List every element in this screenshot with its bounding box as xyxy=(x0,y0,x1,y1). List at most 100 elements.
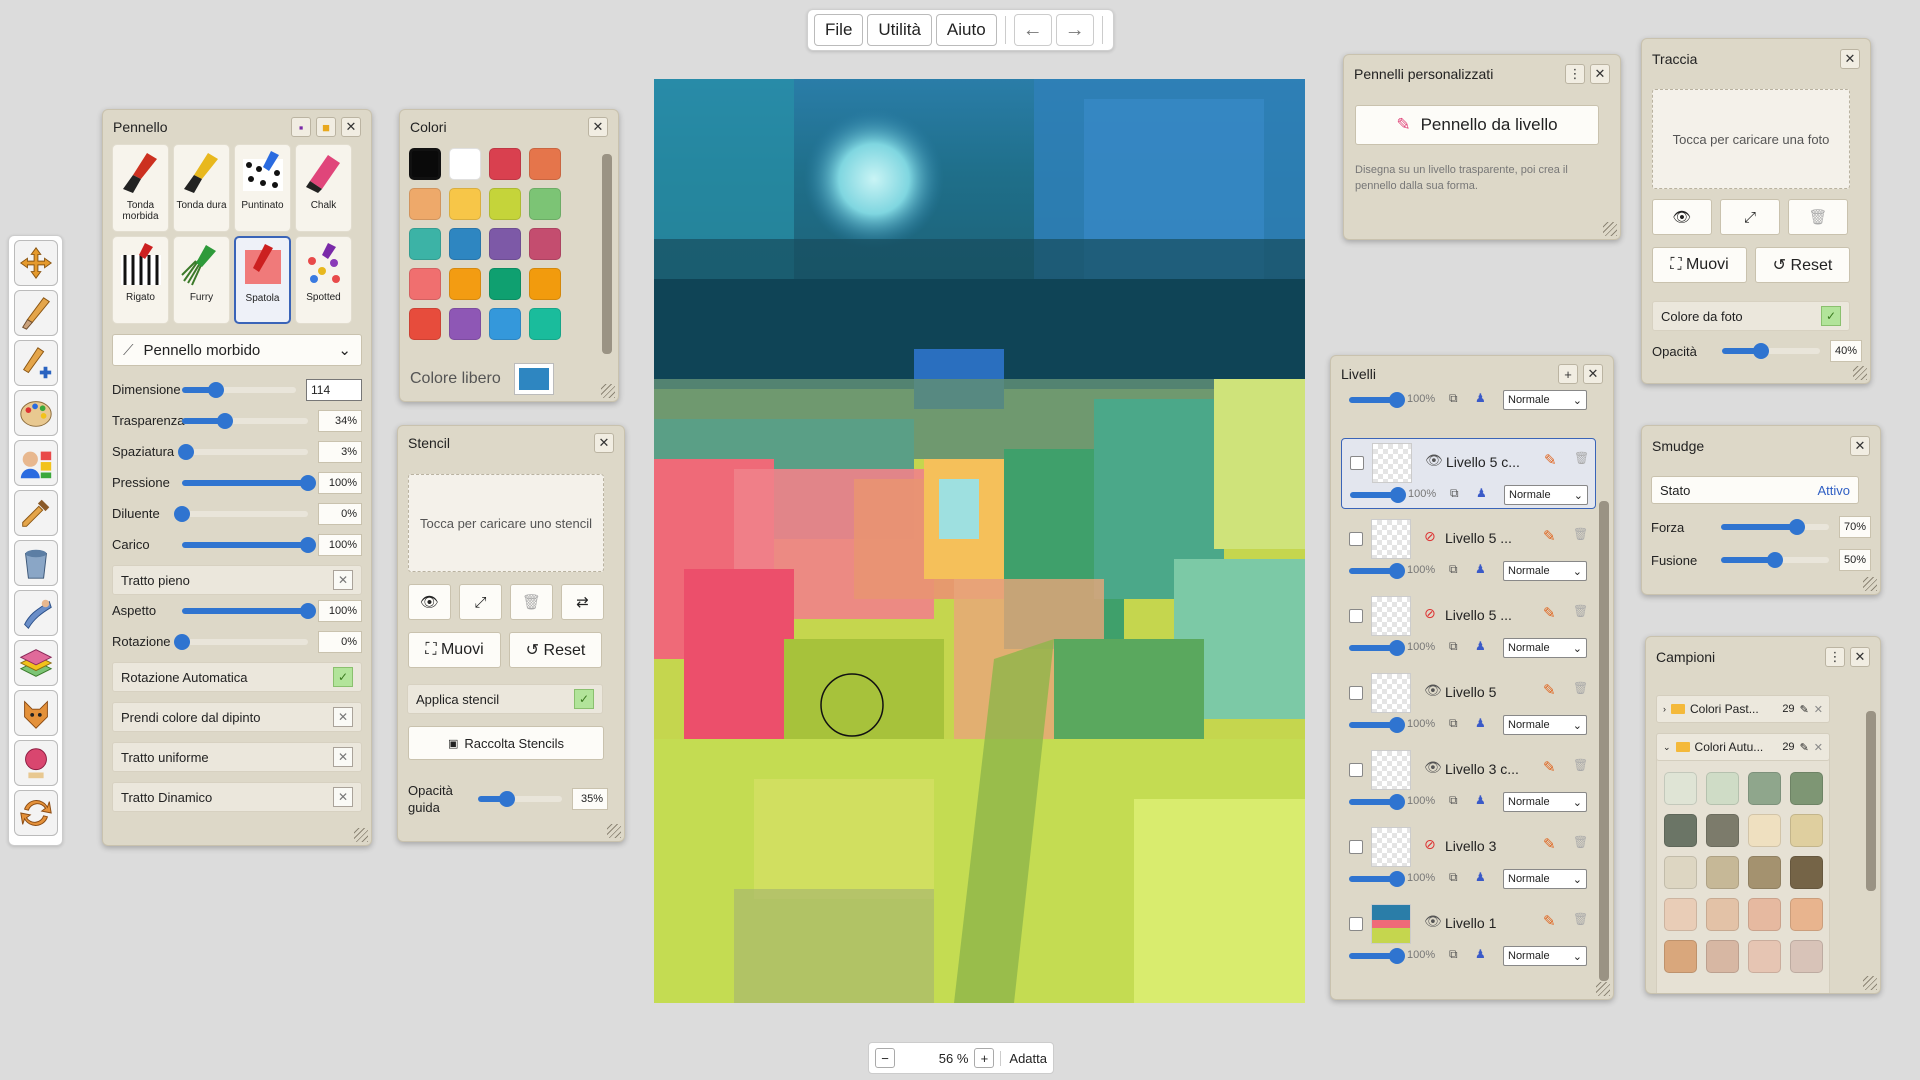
rotazione-automatica-toggle[interactable]: Rotazione Automatica ✓ xyxy=(112,662,362,692)
color-swatch[interactable] xyxy=(489,268,521,300)
sample-swatch[interactable] xyxy=(1748,940,1781,973)
samples-scrollbar[interactable] xyxy=(1866,711,1876,891)
color-swatch[interactable] xyxy=(449,308,481,340)
layer-checkbox[interactable] xyxy=(1350,456,1364,470)
resize-grip[interactable] xyxy=(354,828,368,842)
lock-icon[interactable]: ♟ xyxy=(1475,870,1486,884)
layer-blend-select[interactable]: Normale ⌄ xyxy=(1503,792,1587,812)
layer-blend-select[interactable]: Normale ⌄ xyxy=(1504,485,1588,505)
more-vertical-icon[interactable]: ⋮ xyxy=(1825,647,1845,667)
layer-row[interactable]: ⊘ Livello 3 ✎ 🗑 100% ⧉ ♟ Normale ⌄ xyxy=(1341,823,1596,894)
color-swatch[interactable] xyxy=(409,228,441,260)
sample-swatch[interactable] xyxy=(1664,856,1697,889)
layer-opacity-knob[interactable] xyxy=(1389,871,1405,887)
sample-swatch[interactable] xyxy=(1706,856,1739,889)
free-color-swatch[interactable] xyxy=(513,363,554,395)
tratto-pieno-checkbox[interactable]: ✕ xyxy=(333,570,353,590)
color-swatch[interactable] xyxy=(529,148,561,180)
sample-swatch[interactable] xyxy=(1790,772,1823,805)
sample-swatch[interactable] xyxy=(1706,940,1739,973)
tool-brush-add[interactable] xyxy=(13,340,58,386)
tool-fox[interactable] xyxy=(13,690,58,736)
close-icon[interactable]: ✕ xyxy=(1590,64,1610,84)
lock-icon[interactable]: ♟ xyxy=(1475,639,1486,653)
raccolta-stencils-button[interactable]: ▣ Raccolta Stencils xyxy=(408,726,604,760)
pencil-icon[interactable]: ✎ xyxy=(1544,451,1557,469)
layer-opacity-knob[interactable] xyxy=(1390,487,1406,503)
resize-grip[interactable] xyxy=(1863,577,1877,591)
layer-row[interactable]: 👁 Livello 5 c... ✎ 🗑 100% ⧉ ♟ Normale ⌄ xyxy=(1341,438,1596,509)
zoom-fit-button[interactable]: Adatta xyxy=(1000,1050,1047,1066)
layer-row[interactable]: 👁 Livello 5 ✎ 🗑 100% ⧉ ♟ Normale ⌄ xyxy=(1341,669,1596,740)
trash-icon[interactable]: 🗑 xyxy=(1573,912,1588,926)
close-icon[interactable]: ✕ xyxy=(341,117,361,137)
tool-eyedropper[interactable] xyxy=(13,490,58,536)
pencil-icon[interactable]: ✎ xyxy=(1543,681,1556,699)
layer-checkbox[interactable] xyxy=(1349,917,1363,931)
layer-row[interactable]: 👁 Livello 3 c... ✎ 🗑 100% ⧉ ♟ Normale ⌄ xyxy=(1341,746,1596,817)
menu-aiuto[interactable]: Aiuto xyxy=(935,14,997,46)
clip-icon[interactable]: ⧉ xyxy=(1449,639,1458,654)
color-swatch[interactable] xyxy=(409,188,441,220)
color-swatch[interactable] xyxy=(449,188,481,220)
swatch-scrollbar[interactable] xyxy=(602,154,612,354)
resize-grip[interactable] xyxy=(1603,222,1617,236)
tratto-uniforme-checkbox[interactable]: ✕ xyxy=(333,747,353,767)
layer-checkbox[interactable] xyxy=(1349,609,1363,623)
trash-icon[interactable]: 🗑 xyxy=(1573,758,1588,772)
aspetto-slider[interactable] xyxy=(182,602,316,619)
sample-swatch[interactable] xyxy=(1706,772,1739,805)
brush-puntinato[interactable]: Puntinato xyxy=(234,144,291,232)
layer-checkbox[interactable] xyxy=(1349,840,1363,854)
sample-swatch[interactable] xyxy=(1664,814,1697,847)
forza-slider[interactable] xyxy=(1721,519,1829,535)
trash-icon[interactable]: 🗑 xyxy=(1573,527,1588,541)
edit-icon[interactable]: ✎ xyxy=(1800,703,1809,716)
trasparenza-slider[interactable] xyxy=(182,412,308,429)
redo-button[interactable]: → xyxy=(1055,14,1094,46)
clip-icon[interactable]: ⧉ xyxy=(1449,391,1458,406)
resize-grip[interactable] xyxy=(1853,366,1867,380)
clip-icon[interactable]: ⧉ xyxy=(1450,486,1459,501)
lock-icon[interactable]: ♟ xyxy=(1476,486,1487,500)
zoom-in-button[interactable]: + xyxy=(974,1048,995,1068)
pencil-icon[interactable]: ✎ xyxy=(1543,604,1556,622)
tratto-uniforme-toggle[interactable]: Tratto uniforme ✕ xyxy=(112,742,362,772)
sample-swatch[interactable] xyxy=(1790,898,1823,931)
layer-checkbox[interactable] xyxy=(1349,686,1363,700)
tool-smudge[interactable] xyxy=(13,590,58,636)
brush-preset-select[interactable]: ⟋ Pennello morbido ⌄ xyxy=(112,334,362,366)
carico-slider[interactable] xyxy=(182,536,316,553)
trace-upload-area[interactable]: Tocca per caricare una foto xyxy=(1652,89,1850,189)
brush-spatola[interactable]: Spatola xyxy=(234,236,291,324)
trash-icon[interactable]: 🗑 xyxy=(1573,604,1588,618)
menu-file[interactable]: File xyxy=(814,14,864,46)
close-icon[interactable]: ✕ xyxy=(588,117,608,137)
tratto-dinamico-toggle[interactable]: Tratto Dinamico ✕ xyxy=(112,782,362,812)
layer-row[interactable]: ⊘ Livello 5 ... ✎ 🗑 100% ⧉ ♟ Normale ⌄ xyxy=(1341,515,1596,586)
sample-swatch[interactable] xyxy=(1706,814,1739,847)
pennello-da-livello-button[interactable]: ✎ Pennello da livello xyxy=(1355,105,1599,145)
more-vertical-icon[interactable]: ⋮ xyxy=(1565,64,1585,84)
tool-avatar-colors[interactable] xyxy=(13,440,58,486)
trace-opacity-slider[interactable] xyxy=(1722,343,1820,359)
prendi-colore-checkbox[interactable]: ✕ xyxy=(333,707,353,727)
close-icon[interactable]: ✕ xyxy=(1850,436,1870,456)
trace-visibility-button[interactable]: 👁 xyxy=(1652,199,1712,235)
layer-blend-select[interactable]: Normale ⌄ xyxy=(1503,561,1587,581)
smudge-state-toggle[interactable]: Stato Attivo xyxy=(1651,476,1859,504)
layer-opacity-knob[interactable] xyxy=(1389,948,1405,964)
trace-fit-button[interactable]: ⤢ xyxy=(1720,199,1780,235)
layer-blend-select[interactable]: Normale ⌄ xyxy=(1503,715,1587,735)
tool-transform[interactable] xyxy=(13,240,58,286)
layer-opacity-knob[interactable] xyxy=(1389,392,1405,408)
trace-delete-button[interactable]: 🗑 xyxy=(1788,199,1848,235)
sample-swatch[interactable] xyxy=(1706,898,1739,931)
eye-icon[interactable]: 👁 xyxy=(1424,759,1442,776)
color-swatch[interactable] xyxy=(489,228,521,260)
clip-icon[interactable]: ⧉ xyxy=(1449,562,1458,577)
layer-blend-select[interactable]: Normale ⌄ xyxy=(1503,869,1587,889)
close-icon[interactable]: ✕ xyxy=(594,433,614,453)
tratto-dinamico-checkbox[interactable]: ✕ xyxy=(333,787,353,807)
painting-canvas[interactable] xyxy=(654,79,1305,1003)
